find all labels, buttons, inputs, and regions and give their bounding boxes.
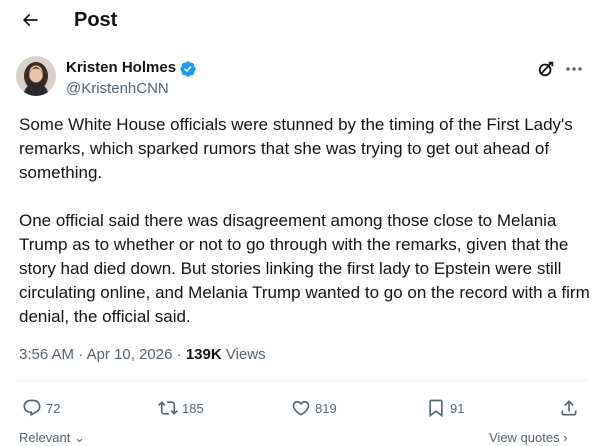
author-row: Kristen Holmes @KristenhCNN (0, 52, 604, 102)
tweet-paragraph: One official said there was disagreement… (19, 211, 590, 326)
sort-replies-dropdown[interactable]: Relevant ⌄ (19, 430, 85, 446)
meta-separator: · (78, 346, 84, 363)
bookmark-count: 91 (450, 400, 465, 416)
chevron-down-icon: ⌄ (73, 430, 85, 445)
repost-count: 185 (182, 400, 204, 416)
reply-button[interactable]: 72 (22, 396, 60, 420)
chevron-right-icon: › (563, 430, 568, 445)
back-button[interactable] (16, 6, 44, 34)
arrow-left-icon (22, 13, 38, 27)
author-handle[interactable]: @KristenhCNN (66, 80, 169, 98)
divider (16, 380, 588, 381)
views-count: 139K (185, 346, 222, 363)
grok-icon (538, 61, 554, 77)
page-title: Post (74, 9, 118, 31)
verified-badge-icon (180, 61, 196, 77)
repost-icon (158, 401, 178, 415)
like-count: 819 (315, 400, 337, 416)
view-quotes-link[interactable]: View quotes › (489, 430, 568, 446)
avatar[interactable] (16, 56, 56, 96)
views-label: Views (225, 346, 266, 363)
tweet-paragraph: Some White House officials were stunned … (19, 115, 573, 182)
more-options-button[interactable] (562, 58, 586, 80)
view-quotes-label: View quotes (489, 430, 560, 445)
author-name[interactable]: Kristen Holmes (66, 59, 176, 77)
avatar-image (16, 56, 56, 96)
tweet-time[interactable]: 3:56 AM (19, 346, 74, 363)
bookmark-icon (429, 399, 443, 418)
post-header: Post (0, 0, 604, 40)
tweet-metadata: 3:56 AM · Apr 10, 2026 · 139K Views (19, 345, 266, 365)
reply-icon (23, 399, 41, 417)
reply-count: 72 (46, 400, 61, 416)
repost-button[interactable]: 185 (158, 396, 204, 420)
meta-separator: · (176, 346, 182, 363)
tweet-date[interactable]: Apr 10, 2026 (87, 346, 173, 363)
tweet-text: Some White House officials were stunned … (19, 113, 591, 329)
grok-button[interactable] (535, 58, 557, 80)
bookmark-button[interactable]: 91 (426, 396, 464, 420)
more-dots-icon (566, 67, 582, 71)
heart-icon (292, 400, 310, 416)
share-button[interactable] (559, 396, 579, 420)
share-icon (561, 400, 577, 416)
sort-label: Relevant (19, 430, 71, 445)
like-button[interactable]: 819 (291, 396, 337, 420)
